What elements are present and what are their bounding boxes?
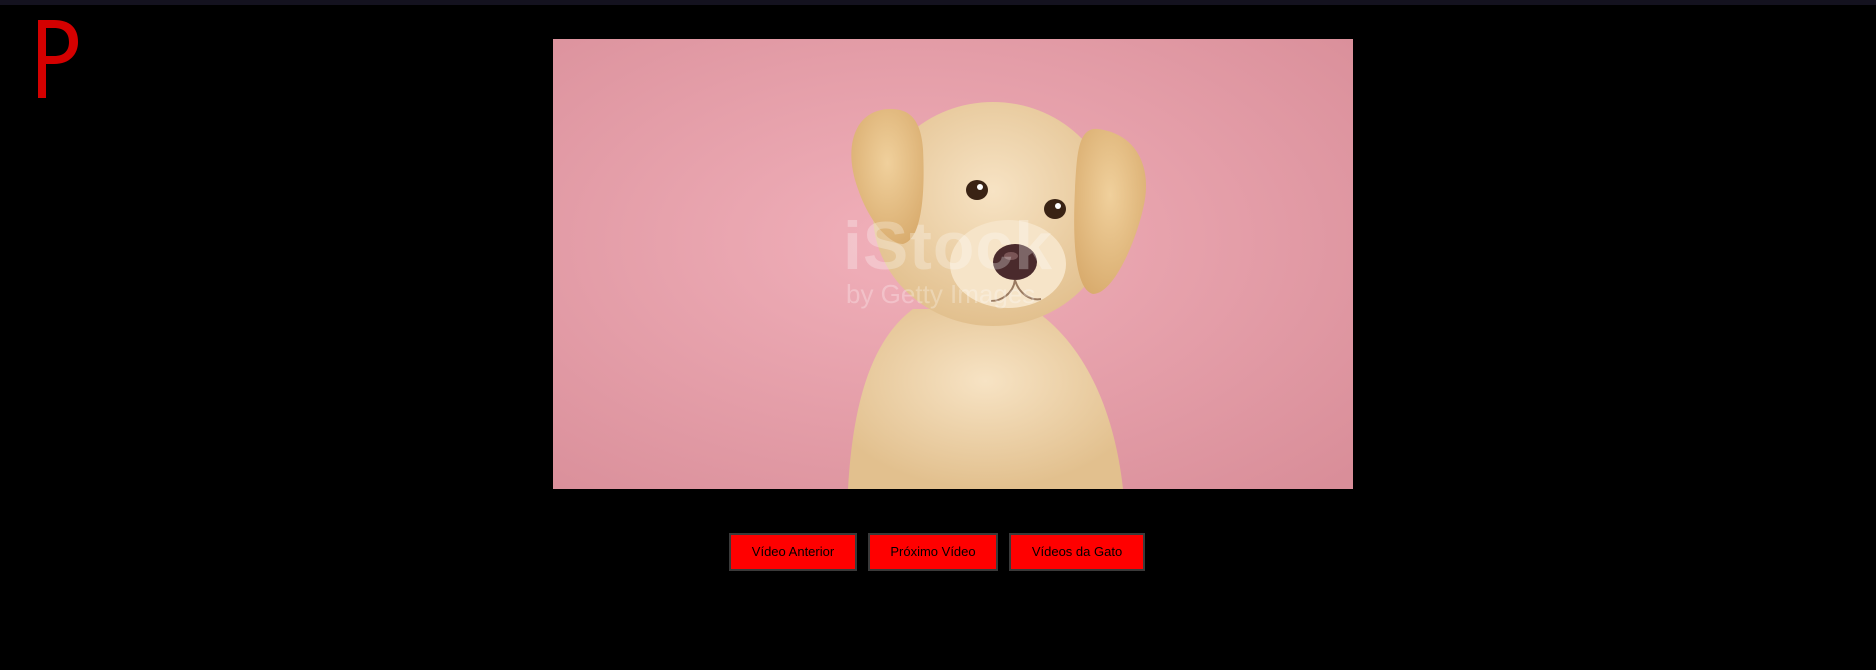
cat-videos-button[interactable]: Vídeos da Gato	[1009, 533, 1145, 571]
next-video-button[interactable]: Próximo Vídeo	[868, 533, 998, 571]
video-player[interactable]: iStock by Getty Images	[553, 39, 1353, 489]
player-controls: Vídeo Anterior Próximo Vídeo Vídeos da G…	[0, 533, 1876, 571]
top-border	[0, 0, 1876, 5]
brand-logo-icon	[34, 16, 82, 102]
puppy-image	[553, 39, 1353, 489]
previous-video-button[interactable]: Vídeo Anterior	[729, 533, 857, 571]
